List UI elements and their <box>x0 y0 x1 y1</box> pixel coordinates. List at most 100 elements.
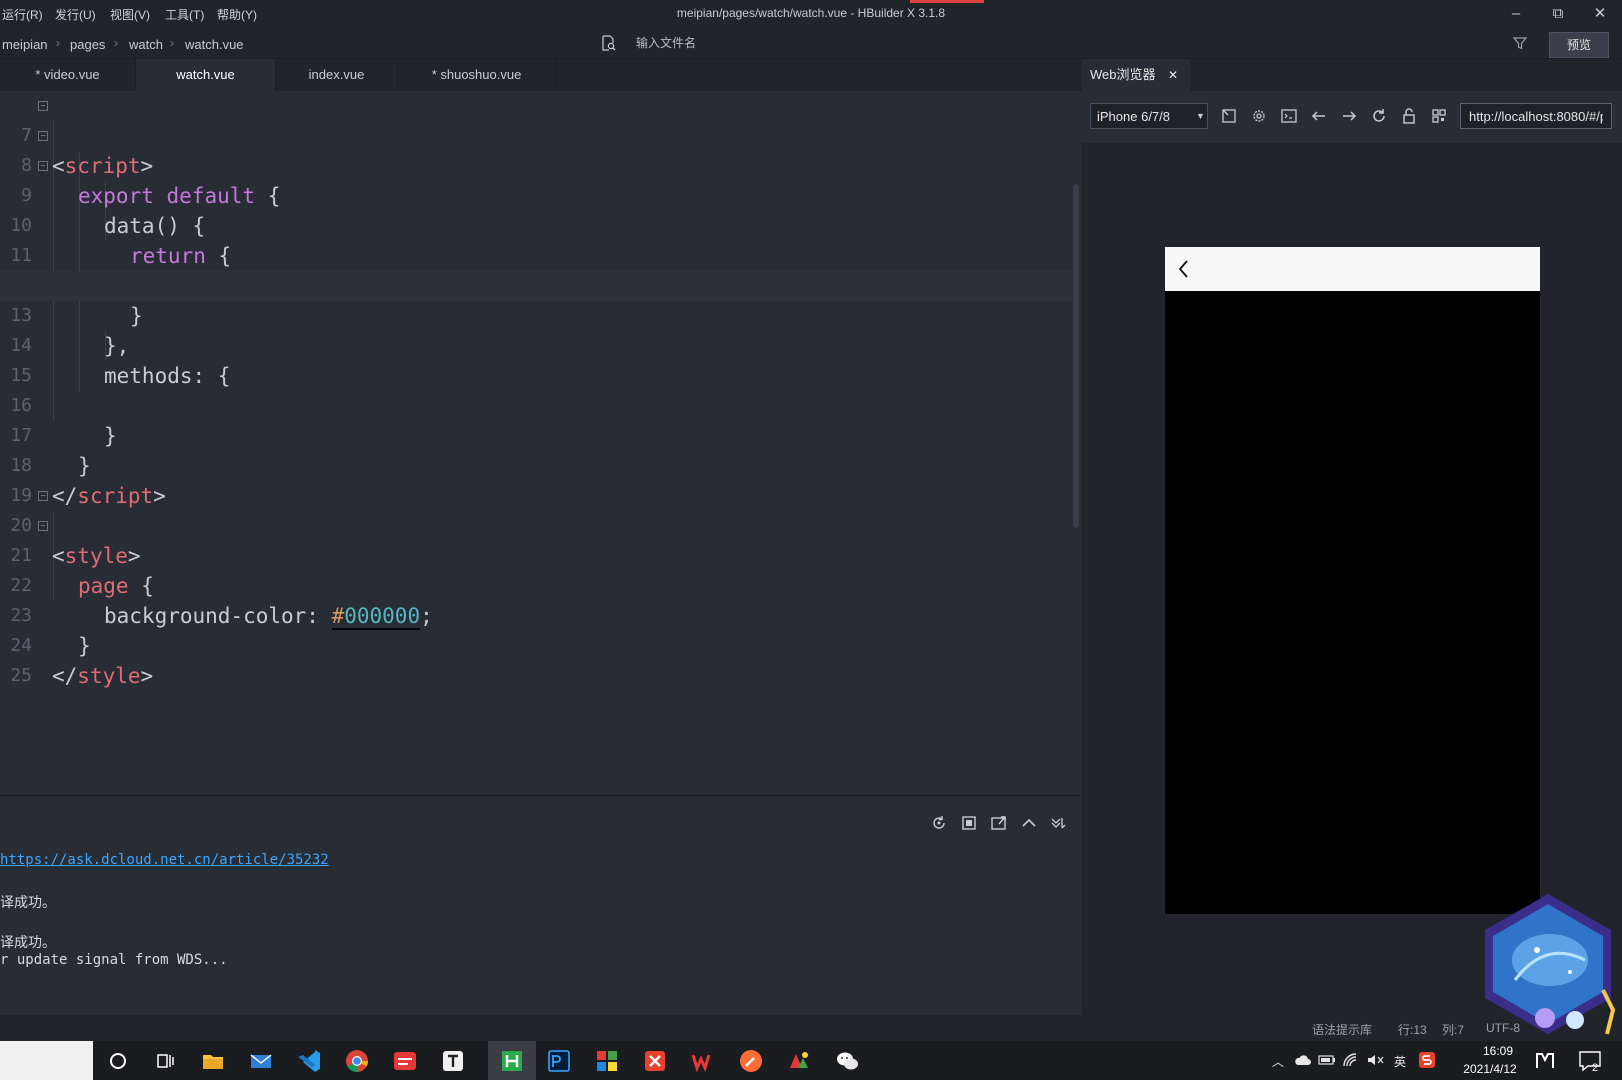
code-line: 10 return { <box>0 181 1072 268</box>
clock-date[interactable]: 2021/4/12 <box>1448 1062 1532 1076</box>
image-viewer-icon[interactable] <box>784 1046 814 1076</box>
title-accent <box>910 0 984 3</box>
editor-scrollbar[interactable] <box>1073 184 1079 528</box>
settings-icon[interactable] <box>1250 107 1268 125</box>
open-external-icon[interactable] <box>990 814 1008 832</box>
url-input[interactable] <box>1460 103 1612 129</box>
code-token: </ <box>52 664 78 688</box>
code-line: 18 </script> <box>0 421 1072 508</box>
sogou-ime-icon[interactable] <box>1418 1051 1436 1069</box>
app-store-icon[interactable] <box>592 1046 622 1076</box>
code-line: 9− data() { <box>0 151 1072 238</box>
preview-button[interactable]: 预览 <box>1549 32 1609 58</box>
wps-icon[interactable] <box>688 1046 718 1076</box>
xmind-icon[interactable] <box>640 1046 670 1076</box>
code-line: 22 background-color: #000000; <box>0 541 1072 630</box>
restore-button[interactable]: ⧉ <box>1540 2 1576 26</box>
code-line-current: 13 }, <box>0 271 1072 358</box>
fold-icon[interactable]: − <box>38 101 48 111</box>
clock-time[interactable]: 16:09 <box>1468 1044 1528 1058</box>
tab-web-browser-label: Web浏览器 <box>1090 67 1156 82</box>
chevron-up-icon[interactable]: ︿ <box>1272 1053 1284 1070</box>
breadcrumb-watch[interactable]: watch <box>129 37 163 52</box>
fold-icon[interactable]: − <box>38 161 48 171</box>
notification-count: 2 <box>1592 1062 1599 1074</box>
cortana-icon[interactable] <box>103 1046 133 1076</box>
console-line: r update signal from WDS... <box>0 952 228 968</box>
fold-icon[interactable]: − <box>38 521 48 531</box>
cloud-icon[interactable] <box>1294 1053 1312 1067</box>
console-line: 译成功。 <box>0 895 56 911</box>
collapse-console-icon[interactable] <box>1050 814 1068 832</box>
tab-watch-vue[interactable]: watch.vue <box>136 59 276 91</box>
tab-index-vue[interactable]: index.vue <box>276 59 398 91</box>
chrome-icon[interactable] <box>342 1046 372 1076</box>
typora-icon[interactable] <box>438 1046 468 1076</box>
file-search-icon[interactable] <box>600 35 616 51</box>
syntax-hint-status[interactable]: 语法提示库 <box>1312 1021 1372 1038</box>
fold-icon[interactable]: − <box>38 131 48 141</box>
task-view-icon[interactable] <box>150 1046 180 1076</box>
volume-muted-icon[interactable] <box>1366 1053 1384 1067</box>
console-line: 译成功。 <box>0 935 56 951</box>
photoshop-icon[interactable] <box>544 1046 574 1076</box>
rotate-device-icon[interactable] <box>1220 107 1238 125</box>
youdao-icon[interactable] <box>390 1046 420 1076</box>
wechat-icon[interactable] <box>832 1046 862 1076</box>
code-editor[interactable]: 7− <script> 8− export default { 9− data(… <box>0 91 1080 795</box>
code-line: 20− <style> <box>0 481 1072 568</box>
taskbar-search-box[interactable] <box>0 1041 93 1080</box>
console-toggle-icon[interactable] <box>1280 107 1298 125</box>
lock-icon[interactable] <box>1400 107 1418 125</box>
stop-icon[interactable] <box>960 814 978 832</box>
mi-logo-icon[interactable] <box>1535 1050 1559 1070</box>
console-panel <box>0 795 1080 1016</box>
mail-icon[interactable] <box>246 1046 276 1076</box>
filter-icon[interactable] <box>1512 35 1528 51</box>
tab-shuoshuo-vue[interactable]: * shuoshuo.vue <box>398 59 556 91</box>
close-button[interactable]: ✕ <box>1582 2 1618 26</box>
fold-icon[interactable]: − <box>38 491 48 501</box>
code-line: 24 </style> <box>0 601 1072 688</box>
breadcrumb-pages[interactable]: pages <box>70 37 105 52</box>
wifi-icon[interactable] <box>1342 1052 1360 1068</box>
file-search-input[interactable] <box>636 35 936 51</box>
code-line: 17 } <box>0 391 1072 478</box>
file-explorer-icon[interactable] <box>198 1046 228 1076</box>
back-arrow-icon[interactable] <box>1176 257 1192 281</box>
chevron-right-icon: › <box>56 36 60 50</box>
code-line: 21− page { <box>0 511 1072 598</box>
status-bar <box>0 1015 1622 1041</box>
battery-icon[interactable] <box>1318 1053 1336 1067</box>
dropdown-arrow-icon: ▼ <box>1196 111 1205 121</box>
code-line: 11 <box>0 211 1072 266</box>
device-select[interactable]: iPhone 6/7/8 <box>1090 103 1208 129</box>
phone-nav-bar <box>1165 247 1540 291</box>
code-line: 8− export default { <box>0 121 1072 208</box>
minimize-button[interactable]: – <box>1498 2 1534 26</box>
code-token: > <box>140 664 154 688</box>
close-tab-icon[interactable]: ✕ <box>1168 59 1178 91</box>
restart-icon[interactable] <box>930 814 948 832</box>
arrow-right-icon[interactable] <box>1340 107 1358 125</box>
console-link[interactable]: https://ask.dcloud.net.cn/article/35232 <box>0 852 329 868</box>
phone-screen[interactable] <box>1165 247 1540 914</box>
chevron-up-icon[interactable] <box>1020 814 1038 832</box>
postman-icon[interactable] <box>736 1046 766 1076</box>
breadcrumb-file[interactable]: watch.vue <box>185 37 244 52</box>
arrow-left-icon[interactable] <box>1310 107 1328 125</box>
row-status: 行:13 <box>1398 1023 1427 1037</box>
notification-center-icon[interactable] <box>1578 1050 1602 1072</box>
code-token: style <box>77 664 141 688</box>
vscode-icon[interactable] <box>294 1046 324 1076</box>
window-title: meipian/pages/watch/watch.vue - HBuilder… <box>676 6 946 20</box>
tab-video-vue[interactable]: * video.vue <box>0 59 136 91</box>
hbuilder-icon[interactable] <box>497 1046 527 1076</box>
qr-code-icon[interactable] <box>1430 107 1448 125</box>
tab-web-browser[interactable]: Web浏览器 ✕ <box>1082 59 1190 91</box>
code-line: 15 <box>0 331 1072 386</box>
ime-indicator[interactable]: 英 <box>1394 1053 1406 1070</box>
breadcrumb-meipian[interactable]: meipian <box>2 37 48 52</box>
refresh-icon[interactable] <box>1370 107 1388 125</box>
desktop-widget-mascot[interactable] <box>1475 890 1622 1040</box>
